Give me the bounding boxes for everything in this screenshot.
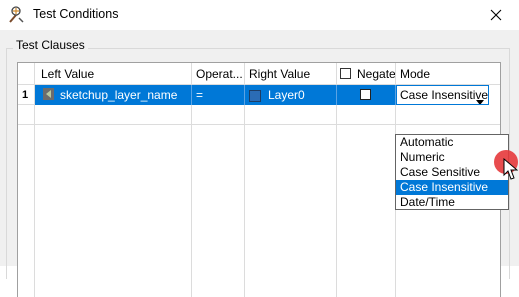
test-filter-app-icon bbox=[7, 6, 25, 24]
mouse-cursor-icon bbox=[503, 157, 519, 184]
empty-cell[interactable] bbox=[245, 105, 337, 125]
left-value-cell[interactable]: sketchup_layer_name bbox=[35, 85, 192, 105]
mode-option-date-time[interactable]: Date/Time bbox=[396, 195, 508, 210]
column-header-negate[interactable]: Negate bbox=[337, 63, 396, 85]
close-button[interactable] bbox=[473, 0, 519, 30]
empty-cell[interactable] bbox=[35, 105, 192, 125]
mode-option-automatic[interactable]: Automatic bbox=[396, 135, 508, 150]
column-divider bbox=[34, 125, 35, 297]
column-divider bbox=[244, 125, 245, 297]
right-value-text: Layer0 bbox=[268, 88, 305, 102]
empty-cell[interactable] bbox=[337, 105, 396, 125]
grid-corner-header bbox=[18, 63, 35, 85]
column-divider bbox=[336, 125, 337, 297]
title-bar[interactable]: Test Conditions bbox=[0, 0, 519, 30]
column-header-left-value[interactable]: Left Value bbox=[35, 63, 192, 85]
operator-cell[interactable]: = bbox=[192, 85, 245, 105]
value-field-icon bbox=[249, 89, 261, 102]
mode-selected-value: Case Insensitive bbox=[400, 88, 489, 102]
window-title: Test Conditions bbox=[33, 7, 119, 21]
empty-row-header bbox=[18, 105, 35, 125]
negate-cell[interactable] bbox=[337, 85, 396, 105]
chevron-down-icon bbox=[476, 92, 484, 104]
test-clauses-label: Test Clauses bbox=[13, 38, 88, 52]
attribute-arrow-icon bbox=[43, 86, 54, 105]
table-row[interactable]: sketchup_layer_name = Layer0 bbox=[35, 85, 396, 105]
negate-header-label: Negate bbox=[357, 67, 396, 81]
negate-all-checkbox[interactable] bbox=[340, 68, 351, 79]
left-value-text: sketchup_layer_name bbox=[60, 88, 178, 102]
empty-cell[interactable] bbox=[396, 105, 500, 125]
right-value-cell[interactable]: Layer0 bbox=[245, 85, 337, 105]
column-header-operator[interactable]: Operat... bbox=[192, 63, 245, 85]
mode-option-numeric[interactable]: Numeric bbox=[396, 150, 508, 165]
mode-dropdown-list[interactable]: Automatic Numeric Case Sensitive Case In… bbox=[395, 134, 509, 210]
column-header-right-value[interactable]: Right Value bbox=[245, 63, 337, 85]
column-header-mode[interactable]: Mode bbox=[396, 63, 500, 85]
empty-cell[interactable] bbox=[192, 105, 245, 125]
dialog-body: Test Clauses Left Value Operat... Right … bbox=[0, 30, 519, 297]
row-number[interactable]: 1 bbox=[18, 85, 35, 105]
column-divider bbox=[191, 125, 192, 297]
close-icon bbox=[490, 9, 502, 21]
mode-option-case-sensitive[interactable]: Case Sensitive bbox=[396, 165, 508, 180]
mode-combobox[interactable]: Case Insensitive bbox=[396, 85, 489, 105]
mode-option-case-insensitive[interactable]: Case Insensitive bbox=[396, 180, 508, 195]
negate-checkbox[interactable] bbox=[360, 89, 371, 100]
